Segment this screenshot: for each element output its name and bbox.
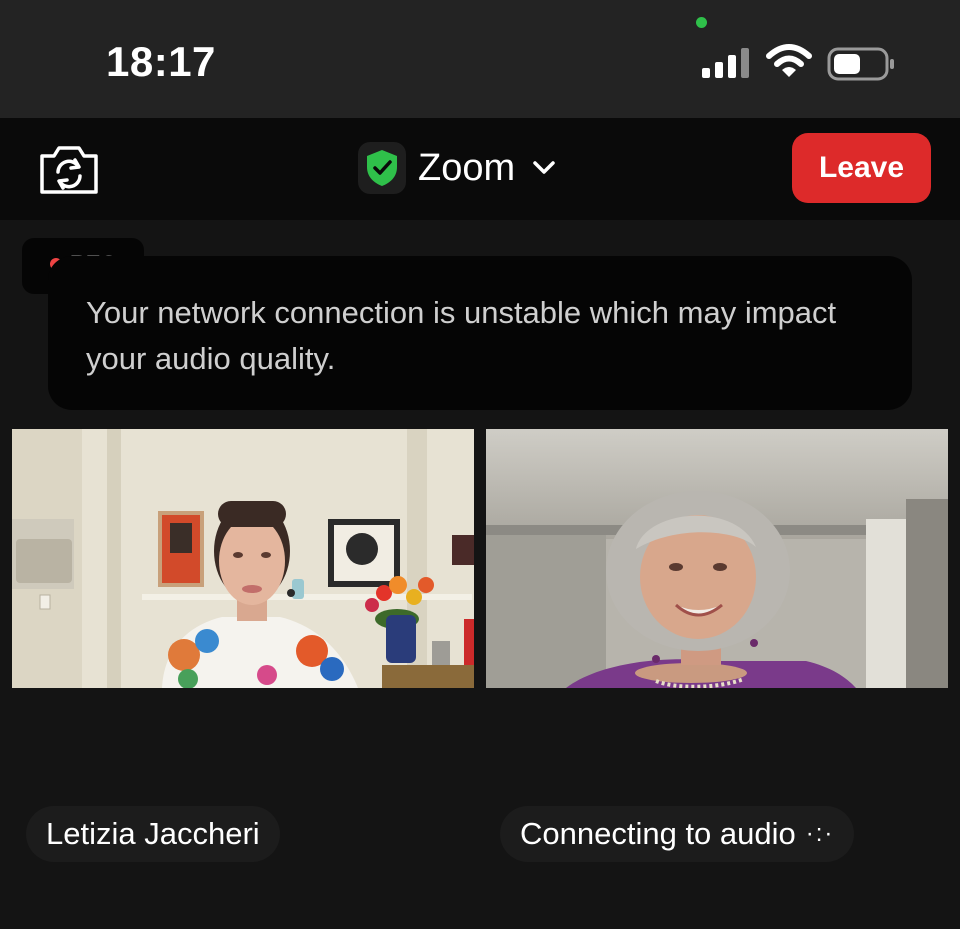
status-time: 18:17	[106, 38, 216, 85]
zoom-meeting-screen: 18:17 Zoom Leave Your network connection…	[0, 0, 960, 929]
participant-audio-status-label: Connecting to audio ·:·	[500, 806, 855, 862]
camera-in-use-indicator	[696, 17, 707, 28]
camera-switch-icon[interactable]	[38, 142, 100, 196]
security-shield-badge	[358, 142, 406, 194]
participant-video-tile[interactable]	[486, 429, 948, 688]
wifi-icon	[766, 44, 812, 77]
participant-video-feed	[486, 429, 948, 688]
network-warning-toast[interactable]: Your network connection is unstable whic…	[48, 256, 912, 410]
meeting-top-bar: Zoom Leave	[0, 118, 960, 220]
meeting-title: Zoom	[418, 146, 516, 189]
dots-icon: ·:·	[805, 820, 835, 847]
participant-video-feed	[12, 429, 474, 688]
security-shield-icon	[367, 150, 397, 186]
chevron-down-icon	[533, 161, 555, 174]
participant-name-label: Letizia Jaccheri	[26, 806, 280, 862]
participant-name: Letizia Jaccheri	[46, 816, 260, 851]
participant-video-tile[interactable]	[12, 429, 474, 688]
meeting-title-button[interactable]: Zoom	[358, 140, 557, 196]
audio-status-text: Connecting to audio	[520, 816, 796, 851]
toast-message: Your network connection is unstable whic…	[86, 295, 837, 376]
cellular-signal-icon	[702, 48, 749, 78]
battery-icon	[827, 47, 894, 81]
status-bar: 18:17	[0, 0, 960, 118]
leave-button[interactable]: Leave	[792, 133, 931, 203]
